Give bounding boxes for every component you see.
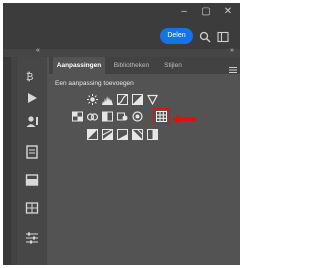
panel-heading: Een aanpassing toevoegen <box>55 80 134 87</box>
user-icon[interactable] <box>23 113 41 131</box>
collapse-tools-button[interactable]: « <box>36 47 40 54</box>
black-white-icon[interactable] <box>117 111 128 122</box>
tab-stijlen[interactable]: Stijlen <box>158 57 188 74</box>
close-button[interactable]: ✕ <box>217 3 239 21</box>
collapse-panels-button[interactable]: » <box>230 47 234 54</box>
title-bar: – ▢ ✕ <box>3 3 240 21</box>
share-button[interactable]: Delen <box>160 28 193 44</box>
exposure-icon[interactable] <box>132 94 143 105</box>
workspace-icon[interactable] <box>217 30 229 43</box>
gradient-triangle-icon[interactable] <box>147 94 158 105</box>
photoshop-window: – ▢ ✕ Delen « » ₿ Aanpassingen Bibliothe… <box>3 3 240 265</box>
vibrance-icon[interactable] <box>72 111 83 122</box>
document-icon[interactable] <box>23 143 41 161</box>
selective-color-icon[interactable] <box>147 129 158 140</box>
tab-aanpassingen[interactable]: Aanpassingen <box>53 57 105 74</box>
search-icon[interactable] <box>199 30 211 43</box>
brightness-icon[interactable] <box>87 94 98 105</box>
options-bar: Delen <box>3 21 240 49</box>
layers-icon[interactable] <box>23 171 41 189</box>
levels-icon[interactable] <box>102 94 113 105</box>
invert-icon[interactable] <box>87 129 98 140</box>
posterize-icon[interactable] <box>102 129 113 140</box>
hue-saturation-icon[interactable] <box>87 111 98 122</box>
tab-bibliotheken[interactable]: Bibliotheken <box>109 57 154 74</box>
red-arrow-annotation <box>172 111 196 124</box>
sliders-icon[interactable] <box>23 229 41 247</box>
panel-menu-icon[interactable] <box>229 61 237 73</box>
gradient-map-icon[interactable] <box>132 129 143 140</box>
photo-filter-icon[interactable] <box>132 111 143 122</box>
minimize-button[interactable]: – <box>173 3 195 21</box>
channel-mixer-highlight-box <box>153 108 170 124</box>
play-icon[interactable] <box>23 89 41 107</box>
tool-track <box>3 57 11 265</box>
curves-icon[interactable] <box>117 94 128 105</box>
history-brush-icon[interactable]: ₿ <box>23 67 41 85</box>
panel-collapse-strip: « » <box>3 47 240 57</box>
color-balance-icon[interactable] <box>102 111 113 122</box>
maximize-button[interactable]: ▢ <box>195 3 217 21</box>
grid-icon[interactable] <box>23 199 41 217</box>
threshold-icon[interactable] <box>117 129 128 140</box>
panel-tab-bar: Aanpassingen Bibliotheken Stijlen <box>49 57 240 74</box>
adjustments-panel: Aanpassingen Bibliotheken Stijlen Een aa… <box>49 57 240 265</box>
svg-text:₿: ₿ <box>26 71 33 83</box>
panel-icon-column: ₿ <box>3 57 47 265</box>
